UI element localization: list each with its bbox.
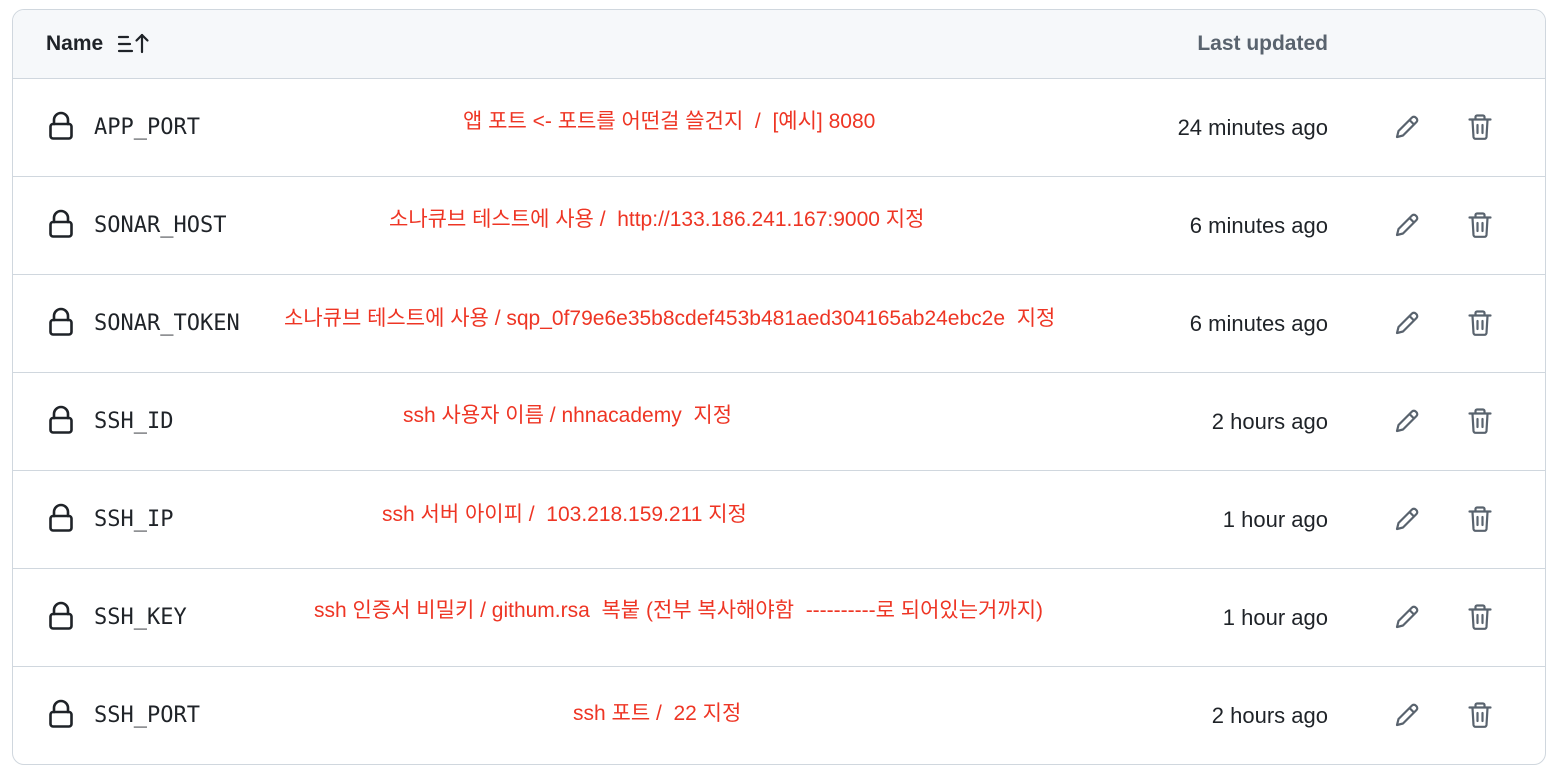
trash-icon xyxy=(1465,700,1495,730)
secret-row: SONAR_TOKEN 소나큐브 테스트에 사용 / sqp_0f79e6e35… xyxy=(13,275,1545,373)
trash-icon xyxy=(1465,602,1495,632)
edit-secret-button[interactable] xyxy=(1389,207,1425,243)
pencil-icon xyxy=(1392,700,1422,730)
sort-ascending-icon[interactable] xyxy=(117,32,153,56)
secret-name: APP_PORT xyxy=(94,115,200,140)
delete-secret-button[interactable] xyxy=(1462,305,1498,341)
delete-secret-button[interactable] xyxy=(1462,109,1498,145)
pencil-icon xyxy=(1392,210,1422,240)
lock-icon xyxy=(47,405,75,435)
secrets-table: Name Last updated APP_PORT 앱 포트 <- 포트를 어… xyxy=(12,9,1546,765)
lock-icon xyxy=(47,601,75,631)
trash-icon xyxy=(1465,504,1495,534)
last-updated-time: 24 minutes ago xyxy=(1177,115,1328,140)
edit-secret-button[interactable] xyxy=(1389,501,1425,537)
secret-row: SONAR_HOST 소나큐브 테스트에 사용 / http://133.186… xyxy=(13,177,1545,275)
secret-name: SONAR_TOKEN xyxy=(94,311,240,336)
secret-name: SSH_ID xyxy=(94,409,174,434)
last-updated-column-label: Last updated xyxy=(1197,32,1328,55)
delete-secret-button[interactable] xyxy=(1462,599,1498,635)
secret-name: SSH_IP xyxy=(94,507,174,532)
lock-icon xyxy=(47,503,75,533)
pencil-icon xyxy=(1392,504,1422,534)
secret-annotation: 앱 포트 <- 포트를 어떤걸 쓸건지 / [예시] 8080 xyxy=(463,110,876,133)
secret-annotation: ssh 포트 / 22 지정 xyxy=(573,702,742,725)
delete-secret-button[interactable] xyxy=(1462,403,1498,439)
secret-annotation: 소나큐브 테스트에 사용 / sqp_0f79e6e35b8cdef453b48… xyxy=(284,307,1056,330)
last-updated-time: 6 minutes ago xyxy=(1189,311,1328,336)
delete-secret-button[interactable] xyxy=(1462,697,1498,733)
name-column-header[interactable]: Name xyxy=(46,32,153,56)
pencil-icon xyxy=(1392,112,1422,142)
trash-icon xyxy=(1465,406,1495,436)
delete-secret-button[interactable] xyxy=(1462,207,1498,243)
table-header: Name Last updated xyxy=(13,10,1545,79)
lock-icon xyxy=(47,699,75,729)
secret-row: SSH_KEY ssh 인증서 비밀키 / githum.rsa 복붙 (전부 … xyxy=(13,569,1545,667)
last-updated-time: 6 minutes ago xyxy=(1189,213,1328,238)
edit-secret-button[interactable] xyxy=(1389,599,1425,635)
trash-icon xyxy=(1465,112,1495,142)
edit-secret-button[interactable] xyxy=(1389,305,1425,341)
secret-row: APP_PORT 앱 포트 <- 포트를 어떤걸 쓸건지 / [예시] 8080… xyxy=(13,79,1545,177)
secret-annotation: ssh 사용자 이름 / nhnacademy 지정 xyxy=(403,404,733,427)
pencil-icon xyxy=(1392,308,1422,338)
secret-name: SONAR_HOST xyxy=(94,213,227,238)
secret-name: SSH_KEY xyxy=(94,605,187,630)
lock-icon xyxy=(47,307,75,337)
name-column-label: Name xyxy=(46,32,104,55)
edit-secret-button[interactable] xyxy=(1389,109,1425,145)
lock-icon xyxy=(47,209,75,239)
lock-icon xyxy=(47,111,75,141)
edit-secret-button[interactable] xyxy=(1389,403,1425,439)
delete-secret-button[interactable] xyxy=(1462,501,1498,537)
pencil-icon xyxy=(1392,406,1422,436)
secret-row: SSH_PORT ssh 포트 / 22 지정 2 hours ago xyxy=(13,667,1545,764)
trash-icon xyxy=(1465,210,1495,240)
secret-annotation: 소나큐브 테스트에 사용 / http://133.186.241.167:90… xyxy=(389,208,925,231)
last-updated-time: 1 hour ago xyxy=(1222,507,1328,532)
secret-row: SSH_IP ssh 서버 아이피 / 103.218.159.211 지정 1… xyxy=(13,471,1545,569)
secret-annotation: ssh 서버 아이피 / 103.218.159.211 지정 xyxy=(382,503,747,526)
last-updated-time: 1 hour ago xyxy=(1222,605,1328,630)
last-updated-time: 2 hours ago xyxy=(1211,409,1328,434)
secret-row: SSH_ID ssh 사용자 이름 / nhnacademy 지정 2 hour… xyxy=(13,373,1545,471)
edit-secret-button[interactable] xyxy=(1389,697,1425,733)
secret-name: SSH_PORT xyxy=(94,703,200,728)
last-updated-time: 2 hours ago xyxy=(1211,703,1328,728)
pencil-icon xyxy=(1392,602,1422,632)
trash-icon xyxy=(1465,308,1495,338)
secret-annotation: ssh 인증서 비밀키 / githum.rsa 복붙 (전부 복사해야함 --… xyxy=(314,599,1044,622)
